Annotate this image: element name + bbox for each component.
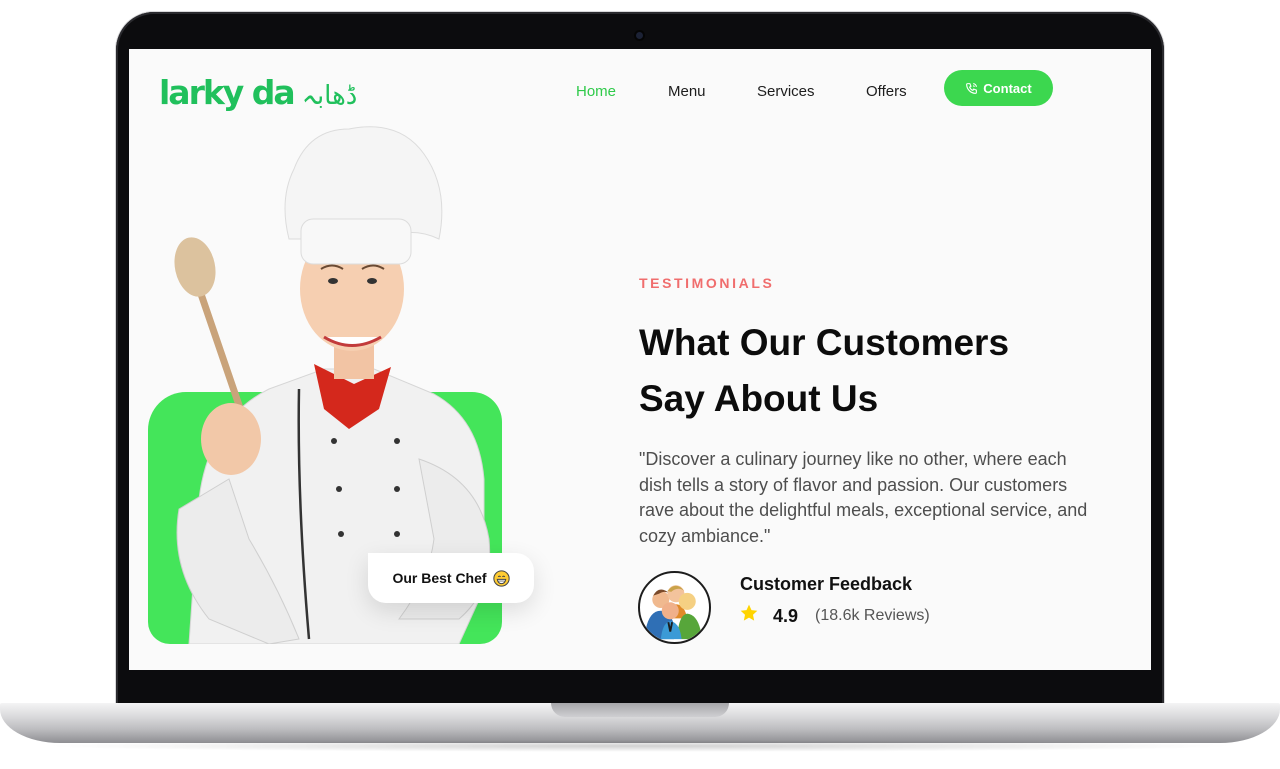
contact-label: Contact bbox=[983, 80, 1032, 96]
laptop-shadow bbox=[40, 740, 1240, 752]
grin-emoji-icon bbox=[492, 569, 510, 587]
testimonials-headline: What Our Customers Say About Us bbox=[639, 315, 1099, 427]
rating-value: 4.9 bbox=[773, 606, 799, 626]
best-chef-badge: Our Best Chef bbox=[368, 553, 534, 603]
website-screen: larky da ڈھابہ Home Menu Services Offers… bbox=[129, 49, 1151, 670]
nav-home[interactable]: Home bbox=[576, 81, 616, 103]
laptop-notch bbox=[551, 703, 729, 717]
nav-services[interactable]: Services bbox=[757, 81, 815, 103]
headline-line-1: What Our Customers bbox=[639, 322, 1010, 363]
best-chef-label: Our Best Chef bbox=[392, 570, 487, 586]
customers-group-icon bbox=[638, 571, 711, 644]
nav-menu[interactable]: Menu bbox=[668, 81, 706, 103]
testimonials-eyebrow: TESTIMONIALS bbox=[639, 275, 775, 291]
customer-feedback-title: Customer Feedback bbox=[740, 574, 913, 594]
star-icon bbox=[740, 604, 758, 621]
phone-icon bbox=[966, 82, 978, 94]
headline-line-2: Say About Us bbox=[639, 378, 879, 419]
testimonial-quote: "Discover a culinary journey like no oth… bbox=[639, 449, 1088, 546]
contact-button[interactable]: Contact bbox=[944, 70, 1053, 106]
reviews-count: (18.6k Reviews) bbox=[815, 607, 930, 624]
nav-offers[interactable]: Offers bbox=[866, 81, 907, 103]
camera-icon bbox=[636, 32, 643, 39]
